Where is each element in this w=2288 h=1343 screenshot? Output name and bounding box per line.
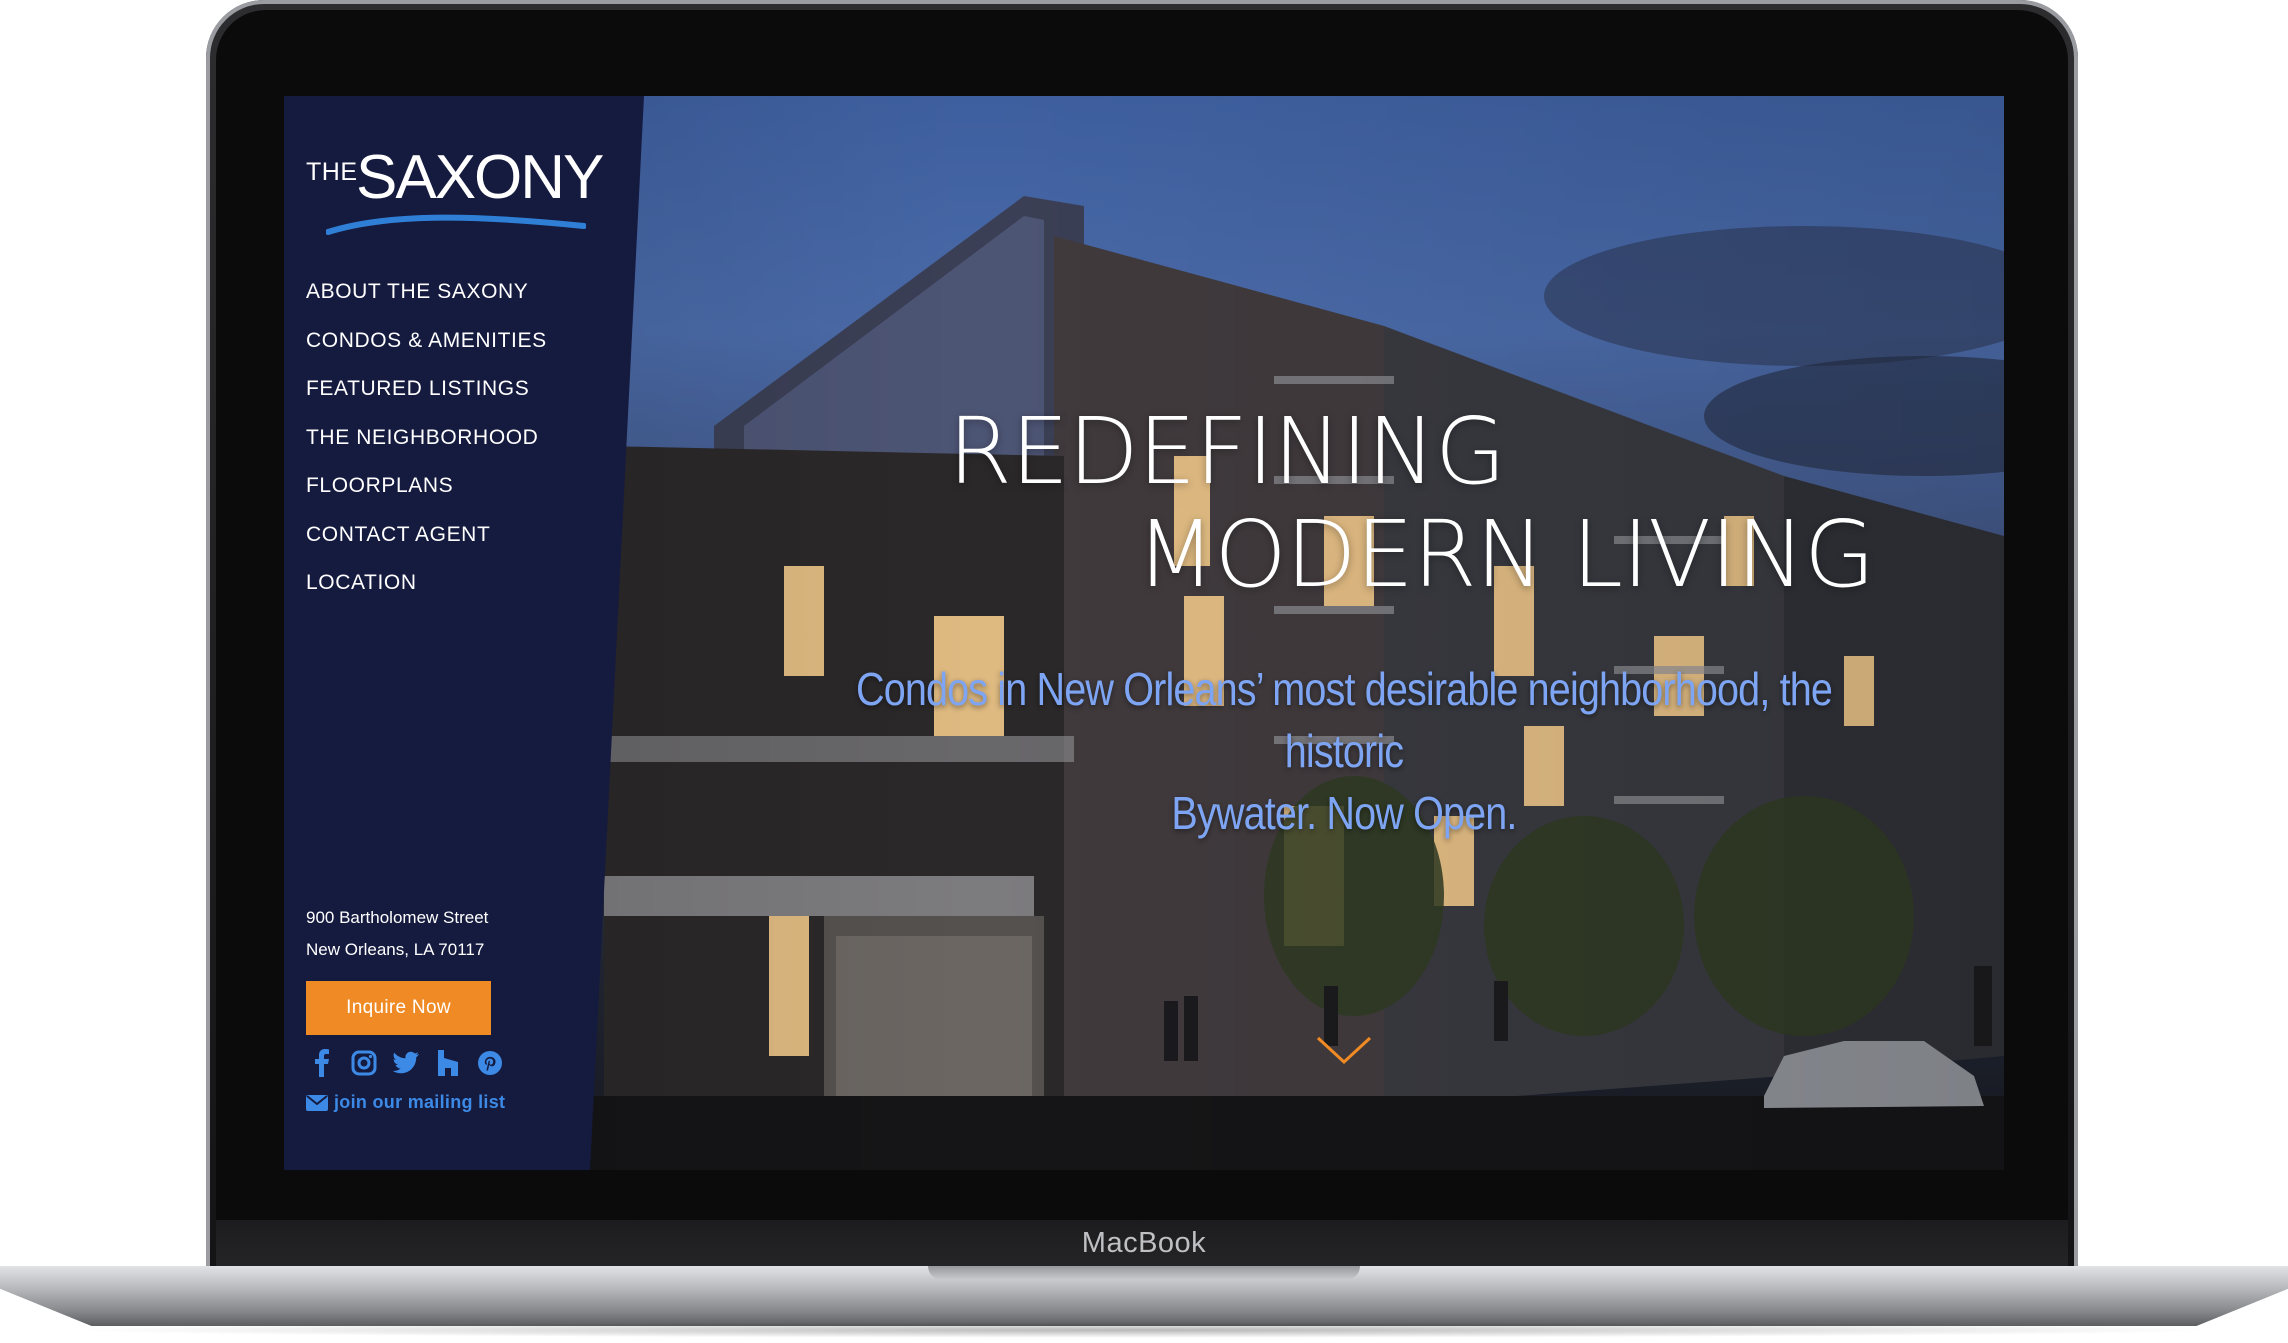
hero-subhead: Condos in New Orleans’ most desirable ne… <box>845 658 1843 844</box>
website-screen: REDEFINING MODERN LIVING Condos in New O… <box>284 96 2004 1170</box>
mailing-list-link[interactable]: join our mailing list <box>306 1092 505 1113</box>
address-line2: New Orleans, LA 70117 <box>306 940 485 959</box>
nav-contact-agent[interactable]: CONTACT AGENT <box>306 519 547 568</box>
logo-name: SAXONY <box>356 143 604 212</box>
pinterest-icon[interactable] <box>474 1047 506 1079</box>
facebook-icon[interactable] <box>306 1047 338 1079</box>
houzz-icon[interactable] <box>432 1047 464 1079</box>
logo-the: THE <box>306 158 358 186</box>
envelope-icon <box>306 1094 328 1111</box>
hero-subhead-line2: Bywater. Now Open. <box>1171 787 1517 839</box>
address-line1: 900 Bartholomew Street <box>306 908 489 927</box>
logo-wave-icon <box>326 214 586 235</box>
hero-headline-line2: MODERN LIVING <box>1136 501 1875 608</box>
scroll-down-chevron-icon[interactable] <box>1314 1034 1374 1068</box>
nav-location[interactable]: LOCATION <box>306 567 547 616</box>
device-brand-label: MacBook <box>1081 1227 1207 1259</box>
laptop-notch <box>928 1266 1360 1280</box>
nav-condos-amenities[interactable]: CONDOS & AMENITIES <box>306 325 547 374</box>
nav-featured-listings[interactable]: FEATURED LISTINGS <box>306 373 547 422</box>
social-links <box>306 1046 506 1080</box>
inquire-now-button[interactable]: Inquire Now <box>306 981 491 1035</box>
address: 900 Bartholomew Street New Orleans, LA 7… <box>306 902 488 966</box>
site-logo[interactable]: THE SAXONY <box>306 134 604 254</box>
instagram-icon[interactable] <box>348 1047 380 1079</box>
laptop-shadow <box>60 1322 2228 1338</box>
hero-headline-line1: REDEFINING <box>948 398 1506 505</box>
mailing-list-label: join our mailing list <box>334 1092 506 1112</box>
nav-about[interactable]: ABOUT THE SAXONY <box>306 276 547 325</box>
main-nav: ABOUT THE SAXONY CONDOS & AMENITIES FEAT… <box>306 276 547 616</box>
hero-subhead-line1: Condos in New Orleans’ most desirable ne… <box>856 663 1833 777</box>
nav-floorplans[interactable]: FLOORPLANS <box>306 470 547 519</box>
nav-neighborhood[interactable]: THE NEIGHBORHOOD <box>306 422 547 471</box>
sidebar: THE SAXONY ABOUT THE SAXONY CONDOS & AME… <box>284 96 644 1170</box>
twitter-icon[interactable] <box>390 1047 422 1079</box>
